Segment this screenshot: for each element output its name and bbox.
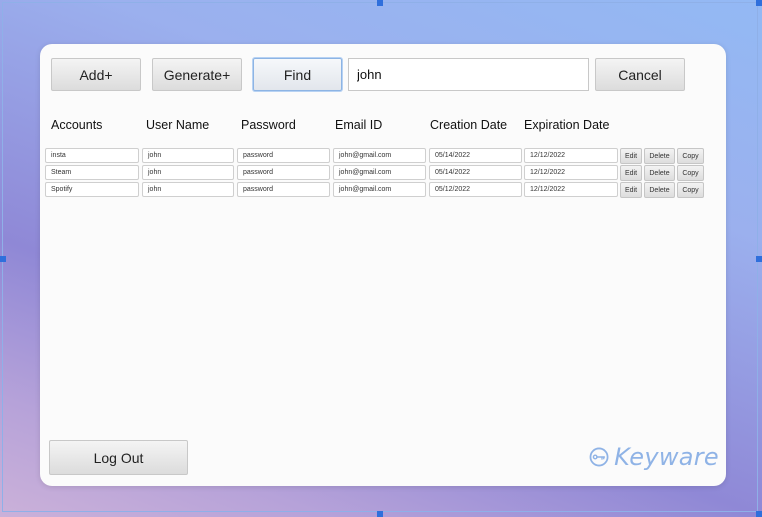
column-header-email: Email ID xyxy=(335,118,383,132)
edit-button[interactable]: Edit xyxy=(620,165,642,181)
password-field[interactable]: password xyxy=(237,182,330,197)
username-field[interactable]: john xyxy=(142,165,234,180)
delete-button[interactable]: Delete xyxy=(644,165,675,181)
creation-date-field[interactable]: 05/14/2022 xyxy=(429,165,522,180)
email-field[interactable]: john@gmail.com xyxy=(333,148,426,163)
edit-button[interactable]: Edit xyxy=(620,148,642,164)
brand-logo: Keyware xyxy=(589,439,719,475)
column-header-password: Password xyxy=(241,118,296,132)
add-button[interactable]: Add+ xyxy=(51,58,141,91)
column-header-accounts: Accounts xyxy=(51,118,103,132)
password-field[interactable]: password xyxy=(237,165,330,180)
key-icon xyxy=(589,447,609,467)
password-field[interactable]: password xyxy=(237,148,330,163)
edit-button[interactable]: Edit xyxy=(620,182,642,198)
email-field[interactable]: john@gmail.com xyxy=(333,182,426,197)
main-panel: Add+ Generate+ Find Cancel Accounts User… xyxy=(40,44,726,486)
expiration-date-field[interactable]: 12/12/2022 xyxy=(524,165,618,180)
account-field[interactable]: Steam xyxy=(45,165,139,180)
delete-button[interactable]: Delete xyxy=(644,148,675,164)
resize-handle-top[interactable] xyxy=(377,0,383,6)
resize-handle-right[interactable] xyxy=(756,256,762,262)
find-button[interactable]: Find xyxy=(253,58,342,91)
resize-handle-top-right[interactable] xyxy=(756,0,762,6)
copy-button[interactable]: Copy xyxy=(677,182,704,198)
username-field[interactable]: john xyxy=(142,148,234,163)
cancel-button[interactable]: Cancel xyxy=(595,58,685,91)
resize-handle-left[interactable] xyxy=(0,256,6,262)
account-field[interactable]: insta xyxy=(45,148,139,163)
creation-date-field[interactable]: 05/14/2022 xyxy=(429,148,522,163)
search-input[interactable] xyxy=(348,58,589,91)
account-field[interactable]: Spotify xyxy=(45,182,139,197)
brand-name: Keyware xyxy=(614,443,719,471)
column-header-creation-date: Creation Date xyxy=(430,118,508,132)
generate-button[interactable]: Generate+ xyxy=(152,58,242,91)
logout-button[interactable]: Log Out xyxy=(49,440,188,475)
copy-button[interactable]: Copy xyxy=(677,148,704,164)
resize-handle-bottom[interactable] xyxy=(377,511,383,517)
creation-date-field[interactable]: 05/12/2022 xyxy=(429,182,522,197)
column-header-username: User Name xyxy=(146,118,210,132)
column-header-expiration-date: Expiration Date xyxy=(524,118,610,132)
delete-button[interactable]: Delete xyxy=(644,182,675,198)
email-field[interactable]: john@gmail.com xyxy=(333,165,426,180)
username-field[interactable]: john xyxy=(142,182,234,197)
copy-button[interactable]: Copy xyxy=(677,165,704,181)
expiration-date-field[interactable]: 12/12/2022 xyxy=(524,182,618,197)
resize-handle-bottom-right[interactable] xyxy=(756,511,762,517)
expiration-date-field[interactable]: 12/12/2022 xyxy=(524,148,618,163)
